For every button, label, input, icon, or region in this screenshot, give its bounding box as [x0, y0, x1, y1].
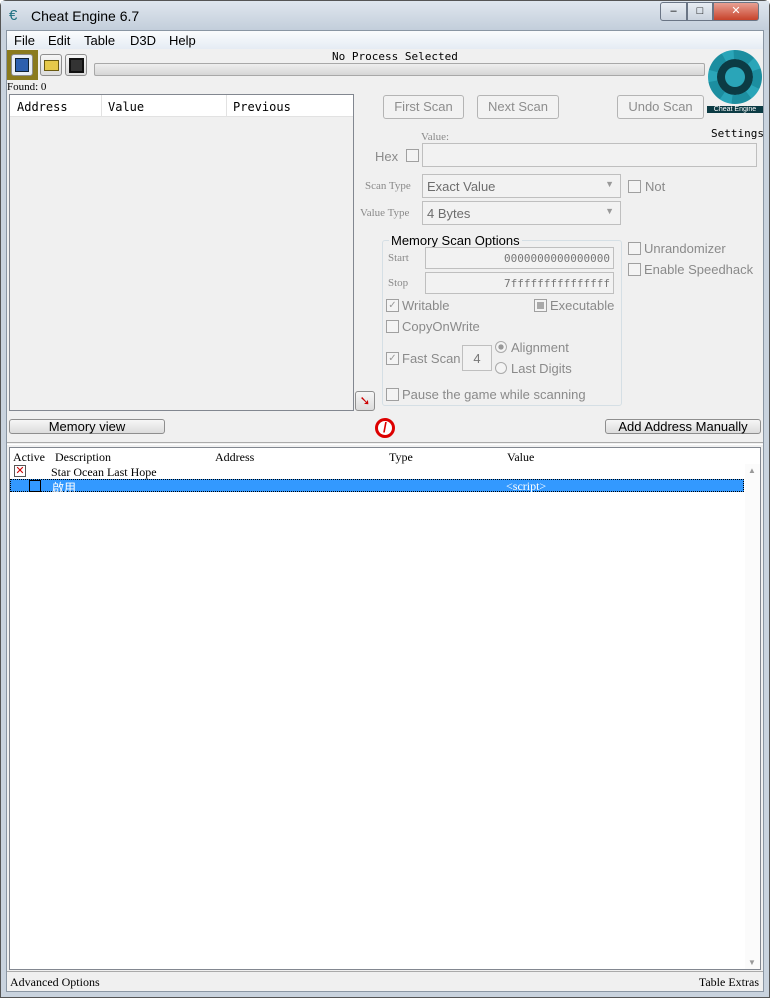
start-label: Start [388, 252, 409, 264]
row-description: Star Ocean Last Hope [51, 465, 157, 479]
stop-label: Stop [388, 277, 409, 289]
menu-bar: File Edit Table D3D Help [7, 31, 763, 49]
unrandomizer-label: Unrandomizer [644, 241, 726, 256]
not-checkbox[interactable] [628, 180, 641, 193]
value-type-label: Value Type [360, 207, 410, 219]
writable-label: Writable [402, 298, 450, 313]
open-file-icon [44, 60, 59, 71]
save-button[interactable] [65, 54, 87, 76]
chevron-down-icon: ▼ [605, 206, 614, 216]
last-digits-label: Last Digits [511, 361, 572, 376]
found-count: Found: 0 [7, 81, 47, 93]
menu-file[interactable]: File [14, 33, 35, 48]
hex-label: Hex [375, 149, 399, 164]
results-header: Address Value Previous [10, 95, 353, 117]
alignment-label: Alignment [511, 340, 569, 355]
add-address-manually-button[interactable]: Add Address Manually [605, 419, 761, 434]
open-file-button[interactable] [40, 54, 62, 76]
cheat-table[interactable]: Active Description Address Type Value ✕ … [9, 447, 761, 970]
title-bar: € Cheat Engine 6.7 – □ ✕ [1, 1, 769, 30]
menu-table[interactable]: Table [84, 33, 115, 48]
value-input[interactable] [422, 143, 757, 167]
scan-progress-bar [94, 63, 705, 76]
memory-view-button[interactable]: Memory view [9, 419, 165, 434]
column-active[interactable]: Active [13, 450, 45, 465]
column-address[interactable]: Address [17, 100, 68, 114]
last-digits-radio[interactable] [495, 362, 507, 374]
process-label: No Process Selected [332, 50, 458, 63]
speedhack-label: Enable Speedhack [644, 262, 754, 277]
scan-type-label: Scan Type [365, 180, 411, 192]
save-icon [69, 58, 84, 73]
settings-link[interactable]: Settings [711, 127, 764, 140]
advanced-options-button[interactable]: Advanced Options [10, 975, 100, 990]
column-value[interactable]: Value [507, 450, 534, 465]
active-checkbox[interactable] [29, 480, 41, 492]
bottom-bar: Advanced Options Table Extras [7, 971, 763, 991]
cheat-engine-logo[interactable]: Cheat Engine [707, 48, 763, 123]
scan-type-select[interactable]: Exact Value ▼ [422, 174, 621, 198]
chevron-down-icon: ▼ [605, 179, 614, 189]
first-scan-button[interactable]: First Scan [383, 95, 464, 119]
copyonwrite-label: CopyOnWrite [402, 319, 480, 334]
menu-help[interactable]: Help [169, 33, 196, 48]
stop-address-input[interactable]: 7fffffffffffffff [425, 272, 614, 294]
maximize-button[interactable]: □ [687, 2, 713, 21]
minimize-button[interactable]: – [660, 2, 687, 21]
table-extras-button[interactable]: Table Extras [699, 975, 759, 990]
fast-scan-label: Fast Scan [402, 351, 461, 366]
stop-icon[interactable]: / [375, 418, 395, 438]
table-row-selected[interactable]: 啟用 <script> [10, 479, 744, 495]
not-label: Not [645, 179, 666, 194]
row-description: 啟用 [52, 481, 77, 495]
splitter[interactable] [7, 442, 763, 445]
value-type-select[interactable]: 4 Bytes ▼ [422, 201, 621, 225]
pause-game-checkbox[interactable] [386, 388, 399, 401]
copyonwrite-checkbox[interactable] [386, 320, 399, 333]
speedhack-checkbox[interactable] [628, 263, 641, 276]
executable-label: Executable [550, 298, 615, 313]
row-value: <script> [506, 479, 547, 493]
arrow-down-right-icon: ➘ [359, 393, 371, 408]
pause-game-label: Pause the game while scanning [402, 387, 586, 402]
column-description[interactable]: Description [55, 450, 111, 465]
value-type-value: 4 Bytes [427, 206, 471, 221]
writable-checkbox[interactable]: ✓ [386, 299, 399, 312]
undo-scan-button[interactable]: Undo Scan [617, 95, 704, 119]
menu-edit[interactable]: Edit [48, 33, 70, 48]
unrandomizer-checkbox[interactable] [628, 242, 641, 255]
executable-checkbox[interactable] [534, 299, 547, 312]
scan-type-value: Exact Value [427, 179, 496, 194]
window-title: Cheat Engine 6.7 [31, 8, 140, 24]
fast-scan-checkbox[interactable]: ✓ [386, 352, 399, 365]
value-label: Value: [421, 131, 450, 143]
vertical-scrollbar[interactable]: ▲ ▼ [745, 464, 760, 969]
close-button[interactable]: ✕ [713, 2, 759, 21]
column-type[interactable]: Type [389, 450, 413, 465]
results-list[interactable]: Address Value Previous [9, 94, 354, 411]
next-scan-button[interactable]: Next Scan [477, 95, 559, 119]
table-row[interactable]: ✕ Star Ocean Last Hope [10, 464, 744, 479]
column-value[interactable]: Value [108, 100, 144, 114]
fast-scan-value-input[interactable]: 4 [462, 345, 492, 371]
start-address-input[interactable]: 0000000000000000 [425, 247, 614, 269]
scroll-up-icon[interactable]: ▲ [748, 466, 756, 475]
add-to-list-button[interactable]: ➘ [355, 391, 375, 411]
column-previous[interactable]: Previous [233, 100, 291, 114]
open-process-icon [11, 54, 33, 76]
active-checkbox-crossed[interactable]: ✕ [14, 465, 26, 477]
cheat-table-header: Active Description Address Type Value [10, 448, 760, 464]
memory-scan-options-title: Memory Scan Options [389, 233, 522, 248]
alignment-radio[interactable] [495, 341, 507, 353]
app-icon: € [9, 7, 18, 24]
column-address[interactable]: Address [215, 450, 254, 465]
menu-d3d[interactable]: D3D [130, 33, 156, 48]
hex-checkbox[interactable] [406, 149, 419, 162]
scroll-down-icon[interactable]: ▼ [748, 958, 756, 967]
open-process-button[interactable] [7, 50, 38, 80]
